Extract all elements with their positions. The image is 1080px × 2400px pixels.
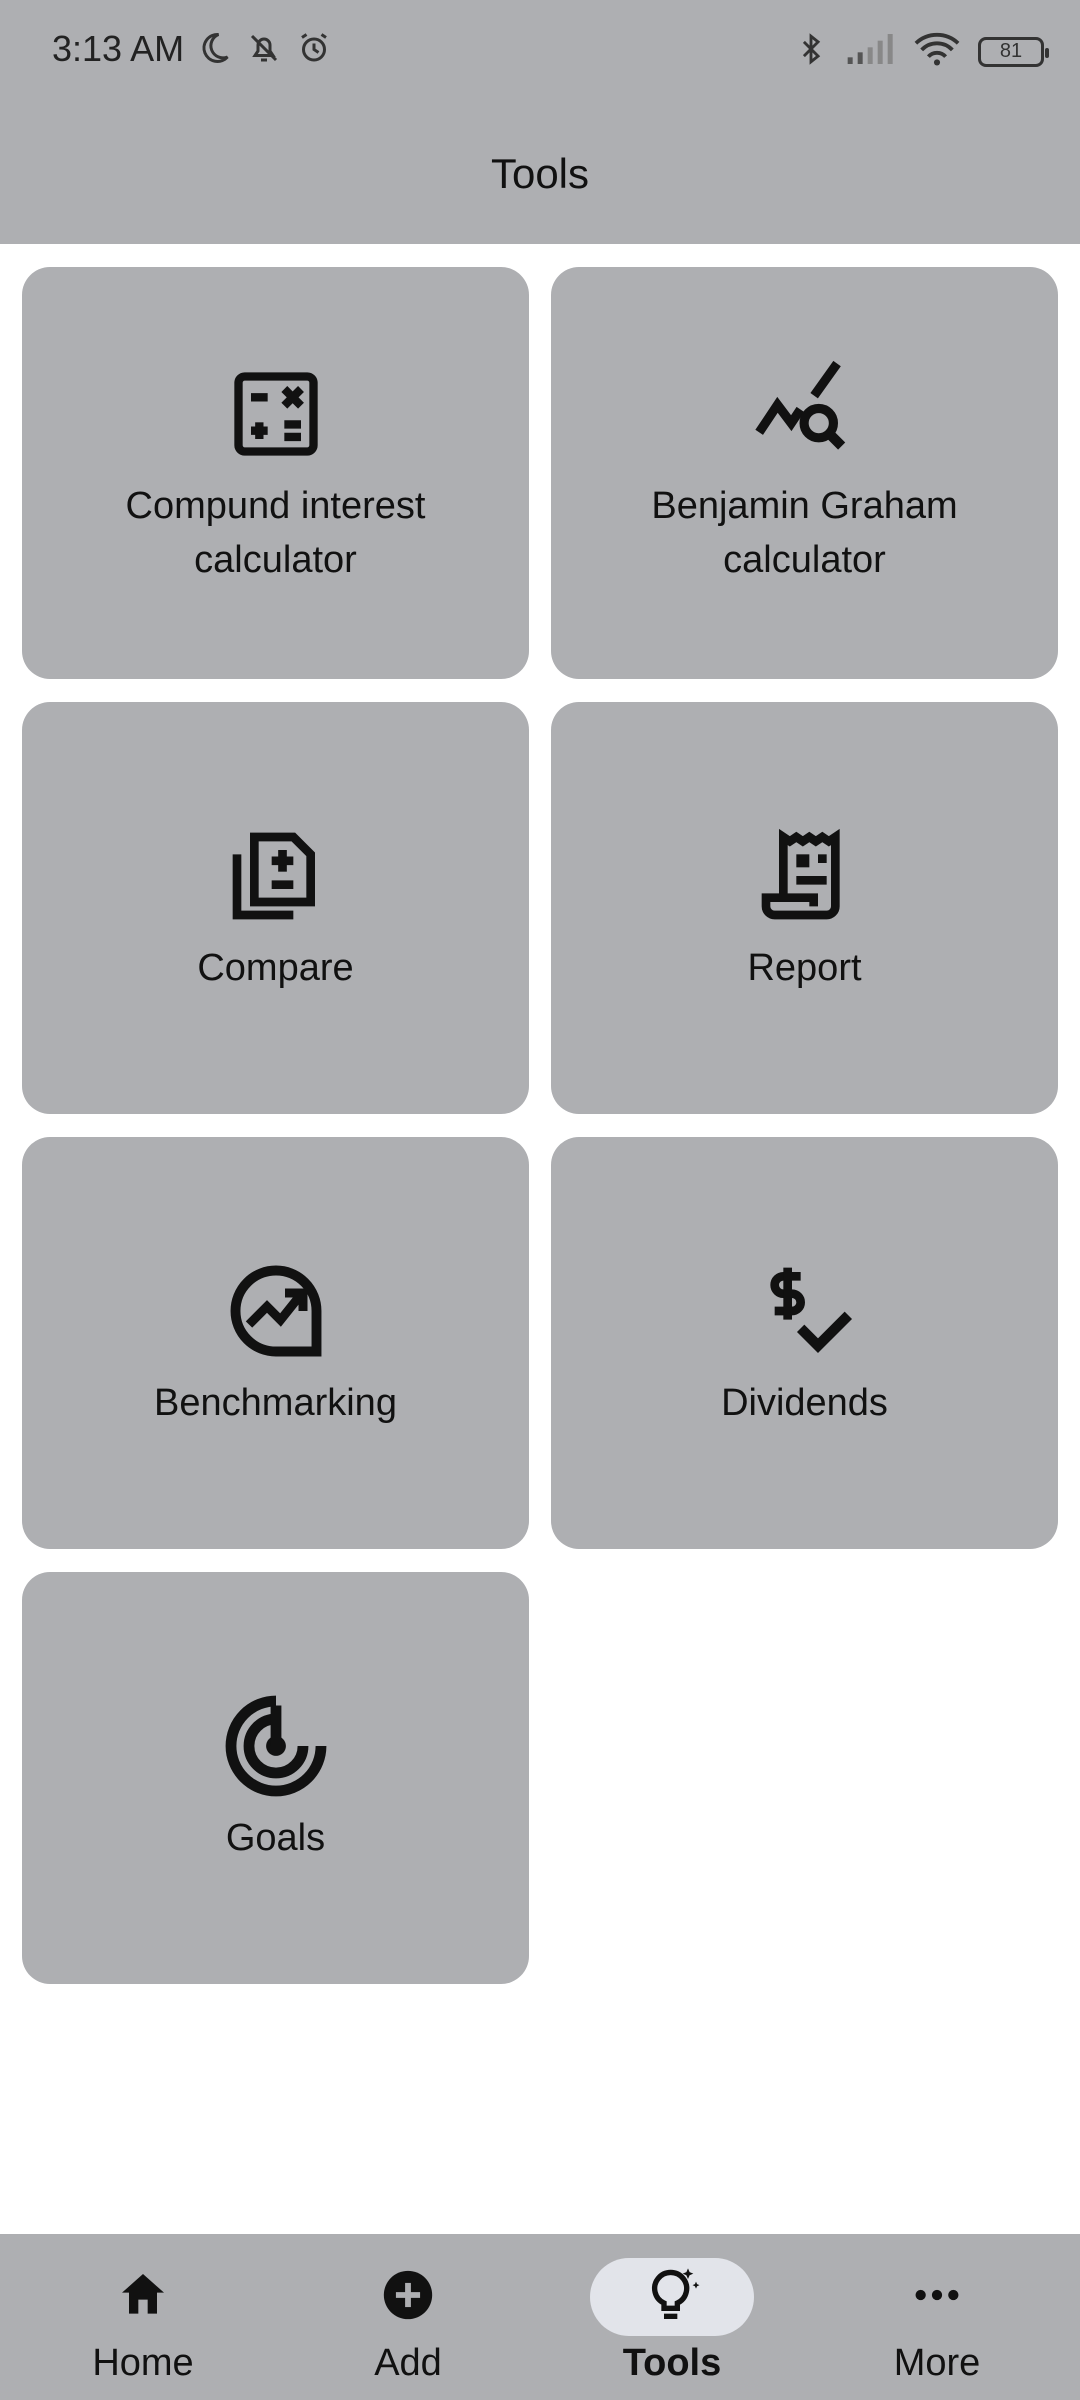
tool-label: Dividends [721, 1382, 888, 1424]
nav-label: Home [92, 2342, 194, 2384]
tool-label: Goals [225, 1817, 326, 1859]
tool-card-report[interactable]: Report [551, 702, 1058, 1114]
nav-item-more[interactable]: More [802, 2234, 1072, 2400]
battery-icon: 81 [978, 36, 1049, 67]
tool-label: Benjamin Graham calculator [651, 485, 958, 581]
tool-label: Report [747, 947, 862, 989]
target-icon [221, 1691, 331, 1801]
signal-icon [846, 32, 896, 71]
bell-off-icon [246, 30, 282, 71]
page-title: Tools [490, 150, 590, 197]
tool-card-compare[interactable]: Compare [22, 702, 529, 1114]
nav-label: Add [374, 2342, 442, 2384]
tool-card-benchmarking[interactable]: Benchmarking [22, 1137, 529, 1549]
tool-card-goals[interactable]: Goals [22, 1572, 529, 1984]
tool-card-compound-interest[interactable]: Compund interest calculator [22, 267, 529, 679]
add-circle-icon [379, 2266, 437, 2329]
tool-card-benjamin-graham[interactable]: Benjamin Graham calculator [551, 267, 1058, 679]
lightbulb-icon [640, 2263, 704, 2332]
tool-label: Compund interest calculator [125, 485, 426, 581]
alarm-icon [296, 30, 332, 71]
nav-label: Tools [622, 2342, 722, 2384]
app-bar: Tools [0, 104, 1080, 244]
benchmark-icon [221, 1256, 331, 1366]
dividends-icon [750, 1256, 860, 1366]
nav-item-home[interactable]: Home [8, 2234, 278, 2400]
compare-icon [221, 821, 331, 931]
nav-item-add[interactable]: Add [273, 2234, 543, 2400]
more-horizontal-icon [909, 2267, 965, 2328]
tool-card-dividends[interactable]: Dividends [551, 1137, 1058, 1549]
status-bar: 3:13 AM 81 [0, 0, 1080, 104]
nav-item-tools[interactable]: Tools [537, 2234, 807, 2400]
tool-label: Compare [197, 947, 354, 989]
chart-search-icon [750, 359, 860, 469]
battery-level: 81 [999, 40, 1023, 62]
tool-label: Benchmarking [154, 1382, 397, 1424]
moon-icon [196, 30, 232, 71]
home-icon [115, 2267, 171, 2328]
receipt-icon [750, 821, 860, 931]
status-time: 3:13 AM [52, 28, 185, 69]
calculator-icon [221, 359, 331, 469]
nav-label: More [893, 2342, 981, 2384]
bottom-navigation: Home Add Tools More [0, 2234, 1080, 2400]
wifi-icon [914, 31, 960, 72]
bluetooth-icon [794, 30, 828, 73]
